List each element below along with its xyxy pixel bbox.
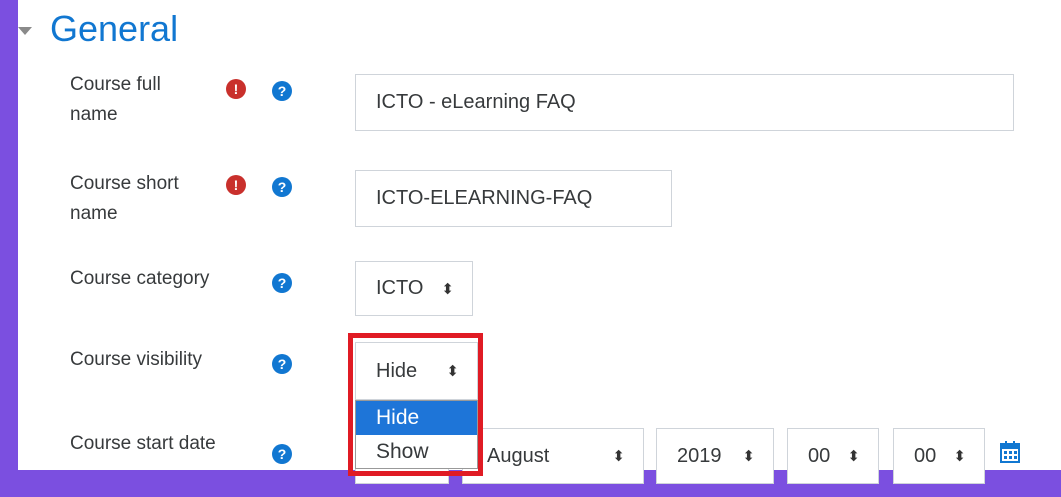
- label-course-visibility: Course visibility: [70, 349, 202, 370]
- select-arrows-icon: ⬍: [612, 448, 625, 465]
- label-course-full-name: Course full name: [70, 74, 161, 125]
- select-arrows-icon: ⬍: [742, 448, 755, 465]
- required-icon: !: [226, 175, 246, 195]
- select-arrows-icon: ⬍: [441, 280, 454, 298]
- help-icon[interactable]: ?: [272, 354, 292, 374]
- required-icon: !: [226, 79, 246, 99]
- label-course-start-date: Course start date: [70, 433, 216, 454]
- start-date-year-select[interactable]: 2019 ⬍: [656, 428, 774, 484]
- form-panel: [18, 0, 1061, 470]
- help-icon[interactable]: ?: [272, 273, 292, 293]
- section-header[interactable]: General: [18, 8, 178, 50]
- label-course-category: Course category: [70, 268, 210, 289]
- label-course-short-name: Course short name: [70, 173, 179, 224]
- calendar-icon[interactable]: [1000, 441, 1020, 463]
- course-full-name-input[interactable]: ICTO - eLearning FAQ: [355, 74, 1014, 131]
- select-arrows-icon: ⬍: [847, 448, 860, 465]
- highlight-annotation-box: [348, 333, 483, 476]
- help-icon[interactable]: ?: [272, 81, 292, 101]
- start-date-month-select[interactable]: August ⬍: [462, 428, 644, 484]
- course-short-name-input[interactable]: ICTO-ELEARNING-FAQ: [355, 170, 672, 227]
- collapse-caret-icon[interactable]: [18, 27, 32, 35]
- select-arrows-icon: ⬍: [953, 448, 966, 465]
- section-title: General: [50, 8, 179, 49]
- course-category-select[interactable]: ICTO ⬍: [355, 261, 473, 316]
- start-date-minute-select[interactable]: 00 ⬍: [893, 428, 985, 484]
- help-icon[interactable]: ?: [272, 177, 292, 197]
- help-icon[interactable]: ?: [272, 444, 292, 464]
- start-date-hour-select[interactable]: 00 ⬍: [787, 428, 879, 484]
